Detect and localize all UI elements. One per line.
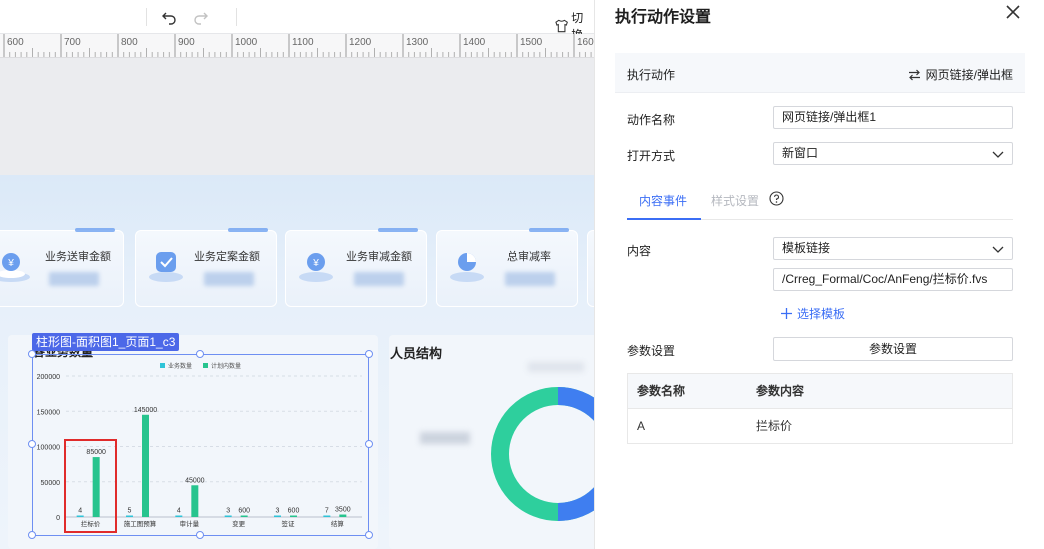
resize-handle[interactable] xyxy=(28,350,36,358)
action-name-label: 动作名称 xyxy=(627,113,676,127)
action-label: 执行动作 xyxy=(627,68,676,82)
tab-bar: 内容事件 样式设置 xyxy=(627,186,1013,220)
people-chart-title: 人员结构 xyxy=(390,346,443,361)
choose-template-label: 选择模板 xyxy=(797,307,846,321)
action-type-bar: 执行动作 网页链接/弹出框 xyxy=(615,53,1025,93)
col-param-value: 参数内容 xyxy=(756,384,805,398)
resize-handle[interactable] xyxy=(365,531,373,539)
param-settings-button[interactable]: 参数设置 xyxy=(773,337,1013,361)
resize-handle[interactable] xyxy=(365,440,373,448)
close-icon[interactable] xyxy=(1003,2,1023,22)
param-value-cell: 拦标价 xyxy=(756,419,793,433)
tab-content-event[interactable]: 内容事件 xyxy=(639,192,687,209)
content-type-select[interactable]: 模板链接 xyxy=(773,237,1013,260)
open-mode-select[interactable]: 新窗口 xyxy=(773,142,1013,165)
content-label: 内容 xyxy=(627,244,652,258)
resize-handle[interactable] xyxy=(196,350,204,358)
open-mode-label: 打开方式 xyxy=(627,149,676,163)
open-mode-value: 新窗口 xyxy=(782,146,819,160)
table-row[interactable]: A 拦标价 xyxy=(628,409,1012,443)
resize-handle[interactable] xyxy=(28,531,36,539)
plus-icon xyxy=(781,308,792,319)
help-icon[interactable] xyxy=(769,191,784,206)
resize-handle[interactable] xyxy=(196,531,204,539)
choose-template-link[interactable]: 选择模板 xyxy=(781,305,845,322)
donut-segment xyxy=(491,387,594,521)
chevron-down-icon xyxy=(992,151,1004,158)
panel-title: 执行动作设置 xyxy=(615,9,712,26)
table-header: 参数名称 参数内容 xyxy=(628,374,1012,409)
param-settings-label: 参数设置 xyxy=(627,344,676,358)
legend-redacted xyxy=(420,432,470,444)
tab-style-settings[interactable]: 样式设置 xyxy=(711,192,759,209)
resize-handle[interactable] xyxy=(365,350,373,358)
content-type-value: 模板链接 xyxy=(782,241,831,255)
col-param-name: 参数名称 xyxy=(637,384,686,398)
action-value: 网页链接/弹出框 xyxy=(925,68,1013,82)
template-path-input[interactable]: /Crreg_Formal/Coc/AnFeng/拦标价.fvs xyxy=(773,268,1013,291)
param-table: 参数名称 参数内容 A 拦标价 xyxy=(627,373,1013,444)
donut-chart[interactable] xyxy=(474,372,594,542)
action-name-input[interactable]: 网页链接/弹出框1 xyxy=(773,106,1013,129)
active-tab-indicator xyxy=(627,218,701,220)
param-name-cell: A xyxy=(637,419,646,433)
action-settings-panel: 执行动作设置 执行动作 网页链接/弹出框 动作名称 网页链接/弹出框1 打开方式… xyxy=(594,0,1044,549)
action-switch-button[interactable]: 网页链接/弹出框 xyxy=(908,66,1013,83)
chevron-down-icon xyxy=(992,246,1004,253)
donut-segment xyxy=(557,387,594,521)
resize-handle[interactable] xyxy=(28,440,36,448)
highlight-box xyxy=(64,439,117,533)
component-name-tag: 柱形图-面积图1_页面1_c3 xyxy=(32,333,180,351)
swap-icon xyxy=(908,69,920,80)
label-redacted xyxy=(528,362,584,372)
